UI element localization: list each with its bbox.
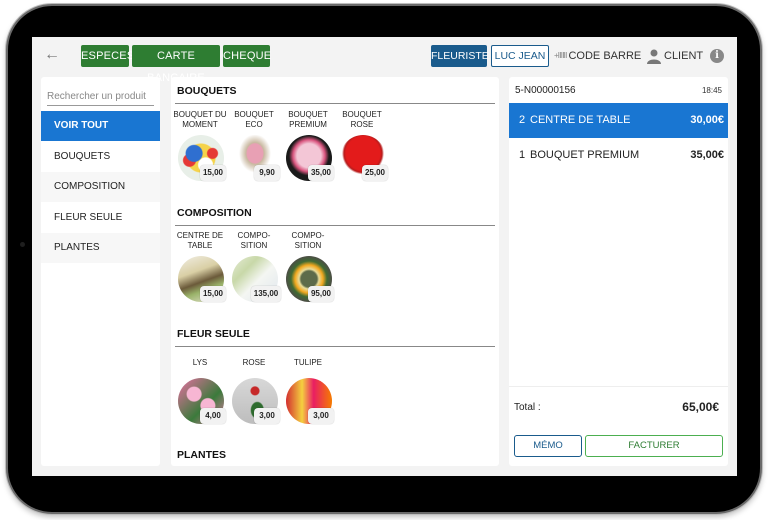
- total-label: Total :: [514, 402, 541, 413]
- product-name: BOUQUET ROSE: [342, 110, 382, 129]
- facturer-button[interactable]: FACTURER: [585, 435, 723, 457]
- total-value: 65,00€: [682, 400, 719, 414]
- product-name: BOUQUET DU MOMENT: [173, 110, 227, 129]
- cheque-button[interactable]: CHEQUE: [223, 45, 271, 67]
- category-composition[interactable]: COMPOSITION: [41, 172, 160, 202]
- category-voir-tout[interactable]: VOIR TOUT: [41, 111, 160, 141]
- section-title-fleur-seule: FLEUR SEULE: [177, 328, 250, 340]
- line-price: 30,00€: [690, 114, 724, 126]
- product-name: CENTRE DE TABLE: [176, 231, 224, 250]
- ticket-line[interactable]: 1 BOUQUET PREMIUM 35,00€: [509, 138, 728, 173]
- client-label: CLIENT: [664, 50, 704, 62]
- product-price: 9,90: [254, 165, 280, 181]
- line-name: CENTRE DE TABLE: [530, 114, 631, 126]
- line-quantity: 1: [519, 149, 526, 161]
- product-price: 15,00: [200, 286, 226, 302]
- product-price: 3,00: [254, 408, 280, 424]
- line-price: 35,00€: [690, 149, 724, 161]
- product-name: BOUQUET PREMIUM: [288, 110, 328, 129]
- client-button[interactable]: CLIENT: [646, 45, 703, 67]
- product-search-input[interactable]: [47, 88, 154, 106]
- carte-bancaire-button[interactable]: CARTE BANCAIRE: [132, 45, 220, 84]
- category-bouquets[interactable]: BOUQUETS: [41, 142, 160, 172]
- product-price: 15,00: [200, 165, 226, 181]
- section-divider: [175, 225, 495, 226]
- product-name: LYS: [192, 358, 208, 367]
- user-button[interactable]: LUC JEAN: [491, 45, 549, 67]
- line-quantity: 2: [519, 114, 526, 126]
- divider: [509, 386, 728, 387]
- section-divider: [175, 346, 495, 347]
- barcode-icon: +ⅡⅡⅡ: [554, 51, 568, 60]
- category-fleur-seule[interactable]: FLEUR SEULE: [41, 203, 160, 233]
- app-screen: ← ESPECES CARTE BANCAIRE CHEQUE FLEURIST…: [32, 37, 737, 476]
- especes-button[interactable]: ESPECES: [81, 45, 134, 67]
- section-title-composition: COMPOSITION: [177, 207, 252, 219]
- camera-dot: [20, 242, 25, 247]
- section-title-bouquets: BOUQUETS: [177, 85, 237, 97]
- product-name: TULIPE: [293, 358, 322, 367]
- product-grid: BOUQUETS BOUQUET DU MOMENT 15,00 BOUQUET…: [171, 77, 499, 466]
- section-title-plantes: PLANTES: [177, 449, 227, 461]
- product-price: 95,00: [308, 286, 334, 302]
- category-sidebar: VOIR TOUT BOUQUETS COMPOSITION FLEUR SEU…: [41, 77, 160, 466]
- product-price: 3,00: [308, 408, 334, 424]
- fleuriste-button[interactable]: FLEURISTE: [431, 45, 489, 67]
- product-name: COMPO-SITION: [291, 231, 325, 250]
- product-name: COMPO-SITION: [237, 231, 271, 250]
- product-price: 35,00: [308, 165, 334, 181]
- category-plantes[interactable]: PLANTES: [41, 233, 160, 263]
- line-name: BOUQUET PREMIUM: [530, 149, 640, 161]
- memo-button[interactable]: MÉMO: [514, 435, 582, 457]
- ticket-number: 5-N00000156: [515, 85, 576, 96]
- barcode-button[interactable]: +ⅡⅡⅡ CODE BARRE: [554, 45, 641, 67]
- info-icon[interactable]: i: [710, 49, 724, 63]
- ticket-line[interactable]: 2 CENTRE DE TABLE 30,00€: [509, 103, 728, 138]
- product-name: BOUQUET ECO: [234, 110, 274, 129]
- ticket-panel: 5-N00000156 18:45 2 CENTRE DE TABLE 30,0…: [509, 77, 728, 466]
- arrow-left-icon[interactable]: ←: [42, 45, 62, 65]
- product-name: ROSE: [242, 358, 266, 367]
- section-divider: [175, 103, 495, 104]
- product-price: 135,00: [251, 286, 281, 302]
- ticket-time: 18:45: [701, 86, 722, 95]
- barcode-label: CODE BARRE: [568, 50, 642, 62]
- person-icon: [647, 49, 661, 64]
- product-price: 4,00: [200, 408, 226, 424]
- top-bar: ← ESPECES CARTE BANCAIRE CHEQUE FLEURIST…: [32, 37, 737, 84]
- product-price: 25,00: [362, 165, 388, 181]
